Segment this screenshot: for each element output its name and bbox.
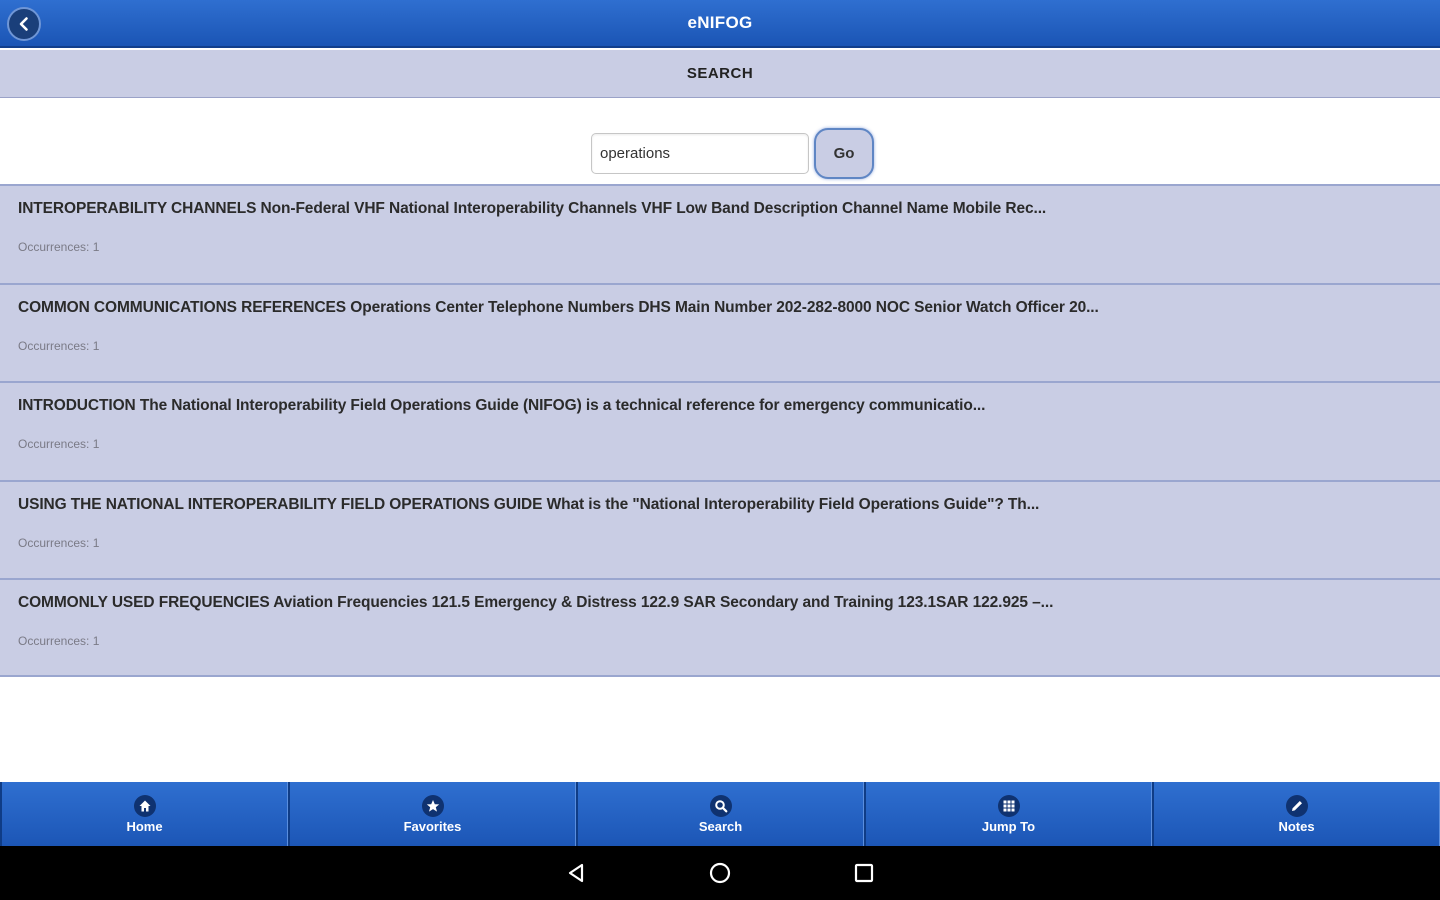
result-item[interactable]: INTRODUCTION The National Interoperabili… (0, 381, 1440, 480)
result-title: USING THE NATIONAL INTEROPERABILITY FIEL… (18, 495, 1040, 513)
result-item[interactable]: INTEROPERABILITY CHANNELS Non-Federal VH… (0, 184, 1440, 283)
system-nav-bar (0, 846, 1440, 900)
result-occurrences: Occurrences: 1 (18, 634, 100, 649)
circle-home-icon (709, 862, 731, 884)
search-area: Go (0, 98, 1440, 184)
result-title: INTEROPERABILITY CHANNELS Non-Federal VH… (18, 200, 1047, 217)
result-title: INTRODUCTION The National Interoperabili… (18, 397, 986, 415)
page-title: SEARCH (686, 65, 754, 82)
result-title: COMMON COMMUNICATIONS REFERENCES Operati… (18, 298, 1099, 316)
tab-label: Search (698, 818, 743, 834)
result-occurrences: Occurrences: 1 (18, 240, 100, 254)
square-recents-icon (854, 863, 874, 883)
grid-icon (997, 794, 1020, 817)
triangle-back-icon (568, 863, 584, 883)
nav-back-button[interactable] (556, 853, 596, 893)
back-button[interactable] (7, 7, 41, 41)
tab-jump-to[interactable]: Jump To (864, 782, 1152, 846)
go-button[interactable]: Go (814, 128, 874, 179)
page-subheader: SEARCH (0, 50, 1440, 98)
result-item[interactable]: USING THE NATIONAL INTEROPERABILITY FIEL… (0, 479, 1440, 579)
app-title: eNIFOG (687, 13, 753, 32)
tab-label: Favorites (403, 818, 462, 834)
tab-label: Home (126, 818, 163, 834)
tab-search[interactable]: Search (576, 782, 864, 846)
result-occurrences: Occurrences: 1 (18, 437, 100, 452)
tab-label: Jump To (981, 818, 1036, 834)
result-occurrences: Occurrences: 1 (18, 338, 100, 353)
nav-home-button[interactable] (700, 853, 740, 893)
nav-recents-button[interactable] (844, 853, 884, 893)
results-list: INTEROPERABILITY CHANNELS Non-Federal VH… (0, 184, 1440, 677)
tab-home[interactable]: Home (0, 782, 288, 846)
result-item[interactable]: COMMON COMMUNICATIONS REFERENCES Operati… (0, 282, 1440, 382)
home-icon (133, 794, 156, 817)
bottom-tab-bar: Home Favorites Search Jump To Notes (0, 782, 1440, 846)
tab-notes[interactable]: Notes (1152, 782, 1440, 846)
star-icon (421, 794, 444, 817)
result-title: COMMONLY USED FREQUENCIES Aviation Frequ… (18, 594, 1054, 612)
chevron-left-icon (19, 17, 28, 31)
pencil-icon (1285, 794, 1308, 817)
title-bar: eNIFOG (0, 0, 1440, 48)
tab-label: Notes (1278, 818, 1315, 834)
tab-favorites[interactable]: Favorites (288, 782, 576, 846)
result-item[interactable]: COMMONLY USED FREQUENCIES Aviation Frequ… (0, 578, 1440, 677)
search-input[interactable] (591, 133, 809, 174)
result-occurrences: Occurrences: 1 (18, 535, 100, 550)
search-icon (709, 794, 732, 817)
